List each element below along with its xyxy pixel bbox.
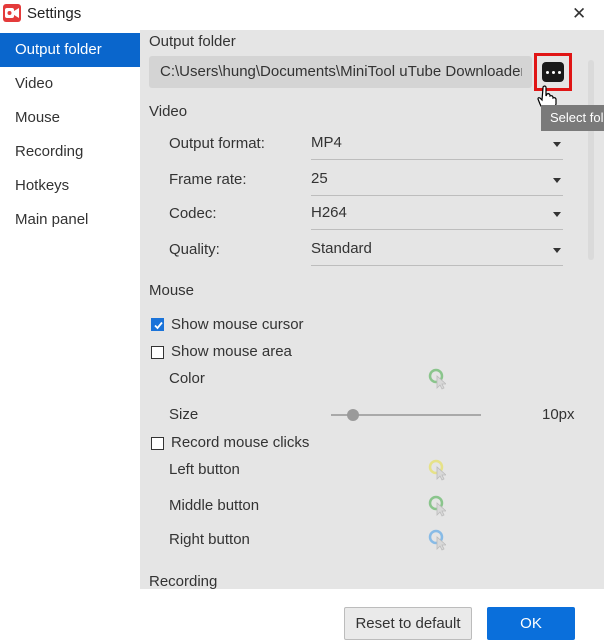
left-button-label: Left button xyxy=(169,461,240,478)
frame-rate-value: 25 xyxy=(311,170,328,187)
mouse-size-value: 10px xyxy=(542,406,575,423)
ok-button[interactable]: OK xyxy=(487,607,575,640)
quality-label: Quality: xyxy=(169,241,220,258)
mouse-size-label: Size xyxy=(169,406,199,423)
title-bar: Settings ✕ xyxy=(0,0,604,30)
output-folder-heading: Output folder xyxy=(149,33,236,50)
record-mouse-clicks-label: Record mouse clicks xyxy=(171,434,310,451)
more-dots-icon xyxy=(542,62,564,82)
window-title: Settings xyxy=(27,5,82,22)
app-logo-icon xyxy=(3,4,21,22)
chevron-down-icon xyxy=(553,142,561,147)
close-icon[interactable]: ✕ xyxy=(572,4,586,24)
settings-sidebar: Output folder Video Mouse Recording Hotk… xyxy=(0,33,140,589)
codec-select[interactable]: H264 xyxy=(311,199,563,230)
record-mouse-clicks-checkbox[interactable] xyxy=(151,437,164,450)
chevron-down-icon xyxy=(553,248,561,253)
reset-to-default-button[interactable]: Reset to default xyxy=(344,607,472,640)
show-mouse-cursor-checkbox[interactable] xyxy=(151,318,164,331)
quality-value: Standard xyxy=(311,240,372,257)
sidebar-item-recording[interactable]: Recording xyxy=(0,135,140,169)
sidebar-item-mouse[interactable]: Mouse xyxy=(0,101,140,135)
middle-button-label: Middle button xyxy=(169,497,260,514)
right-button-color-icon[interactable] xyxy=(428,529,446,551)
mouse-area-color-icon[interactable] xyxy=(428,368,446,390)
show-mouse-area-label: Show mouse area xyxy=(171,343,292,360)
output-format-value: MP4 xyxy=(311,134,342,151)
mouse-size-slider-thumb[interactable] xyxy=(347,409,359,421)
quality-select[interactable]: Standard xyxy=(311,235,563,266)
codec-value: H264 xyxy=(311,204,347,221)
middle-button-color-icon[interactable] xyxy=(428,495,446,517)
sidebar-item-main-panel[interactable]: Main panel xyxy=(0,203,140,237)
frame-rate-select[interactable]: 25 xyxy=(311,165,563,196)
output-format-label: Output format: xyxy=(169,135,265,152)
mouse-color-label: Color xyxy=(169,370,205,387)
sidebar-item-hotkeys[interactable]: Hotkeys xyxy=(0,169,140,203)
scrollbar[interactable] xyxy=(588,60,594,260)
chevron-down-icon xyxy=(553,212,561,217)
output-path-text: C:\Users\hung\Documents\MiniTool uTube D… xyxy=(160,63,522,80)
mouse-heading: Mouse xyxy=(149,282,195,299)
output-path-field[interactable]: C:\Users\hung\Documents\MiniTool uTube D… xyxy=(149,56,532,88)
output-format-select[interactable]: MP4 xyxy=(311,129,563,160)
sidebar-item-output-folder[interactable]: Output folder xyxy=(0,33,140,67)
select-folder-tooltip: Select folder xyxy=(541,105,604,131)
show-mouse-cursor-label: Show mouse cursor xyxy=(171,316,304,333)
recording-heading: Recording xyxy=(149,573,218,590)
video-heading: Video xyxy=(149,103,188,120)
left-button-color-icon[interactable] xyxy=(428,459,446,481)
frame-rate-label: Frame rate: xyxy=(169,171,247,188)
right-button-label: Right button xyxy=(169,531,250,548)
codec-label: Codec: xyxy=(169,205,217,222)
show-mouse-area-checkbox[interactable] xyxy=(151,346,164,359)
chevron-down-icon xyxy=(553,178,561,183)
sidebar-item-video[interactable]: Video xyxy=(0,67,140,101)
